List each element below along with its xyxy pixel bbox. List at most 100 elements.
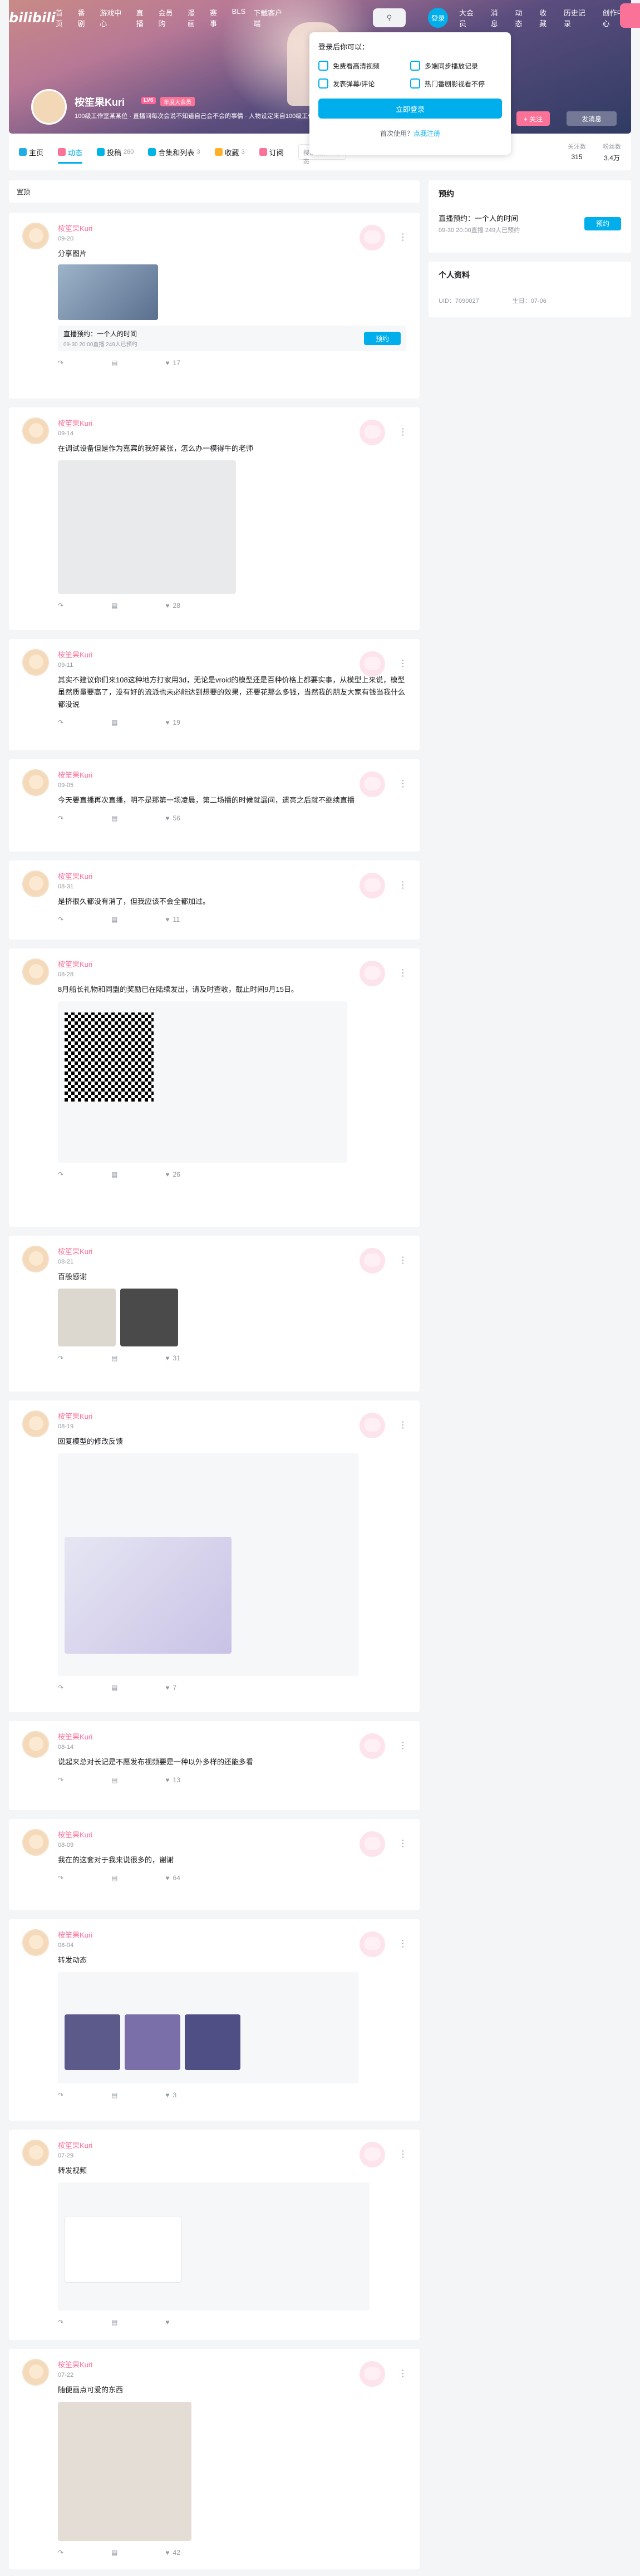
live-reserve-card[interactable]: 直播预约：一个人的时间 09-30 20:00直播 249人已预约 预约 (58, 326, 406, 351)
author-name[interactable]: 桉笙果Kuri (58, 417, 406, 428)
post-image[interactable] (120, 1289, 178, 1346)
like-button[interactable]: ♥ 19 (165, 719, 180, 726)
more-icon[interactable]: ⋮ (398, 658, 407, 669)
author-avatar[interactable] (22, 1929, 49, 1956)
share-button[interactable]: ↷ (58, 602, 67, 609)
author-name[interactable]: 桉笙果Kuri (58, 223, 406, 233)
more-icon[interactable]: ⋮ (398, 232, 407, 243)
post-image[interactable] (58, 264, 158, 320)
author-avatar[interactable] (22, 769, 49, 796)
nav-vip[interactable]: 大会员 (459, 7, 481, 28)
author-name[interactable]: 桉笙果Kuri (58, 1929, 406, 1940)
tab-dynamic[interactable]: 动态 (58, 134, 83, 170)
comment-button[interactable]: ▤ (111, 916, 121, 923)
comment-button[interactable]: ▤ (111, 2549, 121, 2557)
tab-home[interactable]: 主页 (19, 134, 43, 170)
post-image[interactable] (125, 2014, 180, 2070)
register-link[interactable]: 点我注册 (413, 130, 440, 137)
message-button[interactable]: 发消息 (567, 111, 617, 126)
profile-avatar[interactable] (31, 89, 67, 125)
share-button[interactable]: ↷ (58, 719, 67, 726)
author-name[interactable]: 桉笙果Kuri (58, 958, 406, 969)
stat-following[interactable]: 关注数 315 (568, 142, 586, 163)
more-icon[interactable]: ⋮ (398, 967, 407, 979)
comment-button[interactable]: ▤ (111, 1776, 121, 1784)
post-image[interactable] (58, 2402, 191, 2541)
nav-manga[interactable]: 漫画 (188, 7, 202, 28)
author-name[interactable]: 桉笙果Kuri (58, 1731, 406, 1742)
nav-message[interactable]: 消息 (491, 7, 505, 28)
comment-button[interactable]: ▤ (111, 1354, 121, 1362)
author-avatar[interactable] (22, 958, 49, 985)
comment-button[interactable]: ▤ (111, 719, 121, 726)
like-button[interactable]: ♥ 42 (165, 2549, 180, 2557)
video-cover[interactable] (65, 2216, 181, 2283)
more-icon[interactable]: ⋮ (398, 1938, 407, 1949)
author-avatar[interactable] (22, 2140, 49, 2166)
more-icon[interactable]: ⋮ (398, 778, 407, 789)
like-button[interactable]: ♥ (165, 2318, 173, 2326)
author-name[interactable]: 桉笙果Kuri (58, 1246, 406, 1256)
more-icon[interactable]: ⋮ (398, 879, 407, 891)
comment-button[interactable]: ▤ (111, 1171, 121, 1178)
share-button[interactable]: ↷ (58, 916, 67, 923)
like-button[interactable]: ♥ 28 (165, 602, 180, 609)
tab-subscribe[interactable]: 订阅 (259, 134, 284, 170)
bilibili-logo[interactable]: bilibili (9, 10, 56, 26)
share-button[interactable]: ↷ (58, 814, 67, 822)
author-avatar[interactable] (22, 2359, 49, 2386)
author-name[interactable]: 桉笙果Kuri (58, 1410, 406, 1421)
nav-anime[interactable]: 番剧 (77, 7, 92, 28)
comment-button[interactable]: ▤ (111, 1684, 121, 1692)
share-button[interactable]: ↷ (58, 2318, 67, 2326)
author-avatar[interactable] (22, 649, 49, 676)
more-icon[interactable]: ⋮ (398, 1838, 407, 1849)
more-icon[interactable]: ⋮ (398, 1419, 407, 1430)
author-name[interactable]: 桉笙果Kuri (58, 1829, 406, 1840)
post-image[interactable] (58, 1289, 116, 1346)
more-icon[interactable]: ⋮ (398, 2368, 407, 2379)
comment-button[interactable]: ▤ (111, 814, 121, 822)
comment-button[interactable]: ▤ (111, 359, 121, 367)
author-avatar[interactable] (22, 417, 49, 444)
author-avatar[interactable] (22, 1829, 49, 1856)
author-avatar[interactable] (22, 871, 49, 897)
nav-download[interactable]: 下载客户端 (253, 7, 289, 28)
author-name[interactable]: 桉笙果Kuri (58, 2359, 406, 2369)
author-avatar[interactable] (22, 1246, 49, 1272)
reserve-button[interactable]: 预约 (584, 217, 621, 230)
author-avatar[interactable] (22, 1410, 49, 1437)
share-button[interactable]: ↷ (58, 1171, 67, 1178)
comment-button[interactable]: ▤ (111, 602, 121, 609)
nav-favorite[interactable]: 收藏 (539, 7, 554, 28)
comment-button[interactable]: ▤ (111, 2318, 121, 2326)
post-image[interactable] (65, 2014, 120, 2070)
nav-live[interactable]: 直播 (136, 7, 151, 28)
author-name[interactable]: 桉笙果Kuri (58, 871, 406, 881)
author-name[interactable]: 桉笙果Kuri (58, 649, 406, 660)
more-icon[interactable]: ⋮ (398, 1740, 407, 1751)
like-button[interactable]: ♥ 13 (165, 1776, 180, 1784)
repost-card[interactable] (58, 1972, 358, 2083)
repost-image[interactable] (65, 1537, 232, 1654)
author-avatar[interactable] (22, 1731, 49, 1758)
author-name[interactable]: 桉笙果Kuri (58, 2140, 406, 2150)
more-icon[interactable]: ⋮ (398, 2149, 407, 2160)
share-button[interactable]: ↷ (58, 1684, 67, 1692)
share-button[interactable]: ↷ (58, 359, 67, 367)
search-button[interactable]: ⚲ (372, 8, 406, 27)
stat-followers[interactable]: 粉丝数 3.4万 (603, 142, 621, 163)
like-button[interactable]: ♥ 11 (165, 916, 180, 923)
comment-button[interactable]: ▤ (111, 1874, 121, 1882)
like-button[interactable]: ♥ 64 (165, 1874, 180, 1882)
nav-home[interactable]: 首页 (56, 7, 70, 28)
login-now-button[interactable]: 立即登录 (318, 99, 502, 119)
follow-button[interactable]: + 关注 (516, 111, 550, 126)
nav-bls[interactable]: BLS (232, 7, 246, 28)
author-name[interactable]: 桉笙果Kuri (58, 769, 406, 780)
tab-upload[interactable]: 投稿 280 (97, 134, 134, 170)
like-button[interactable]: ♥ 7 (165, 1684, 176, 1692)
share-button[interactable]: ↷ (58, 1874, 67, 1882)
like-button[interactable]: ♥ 31 (165, 1354, 180, 1362)
share-button[interactable]: ↷ (58, 1776, 67, 1784)
